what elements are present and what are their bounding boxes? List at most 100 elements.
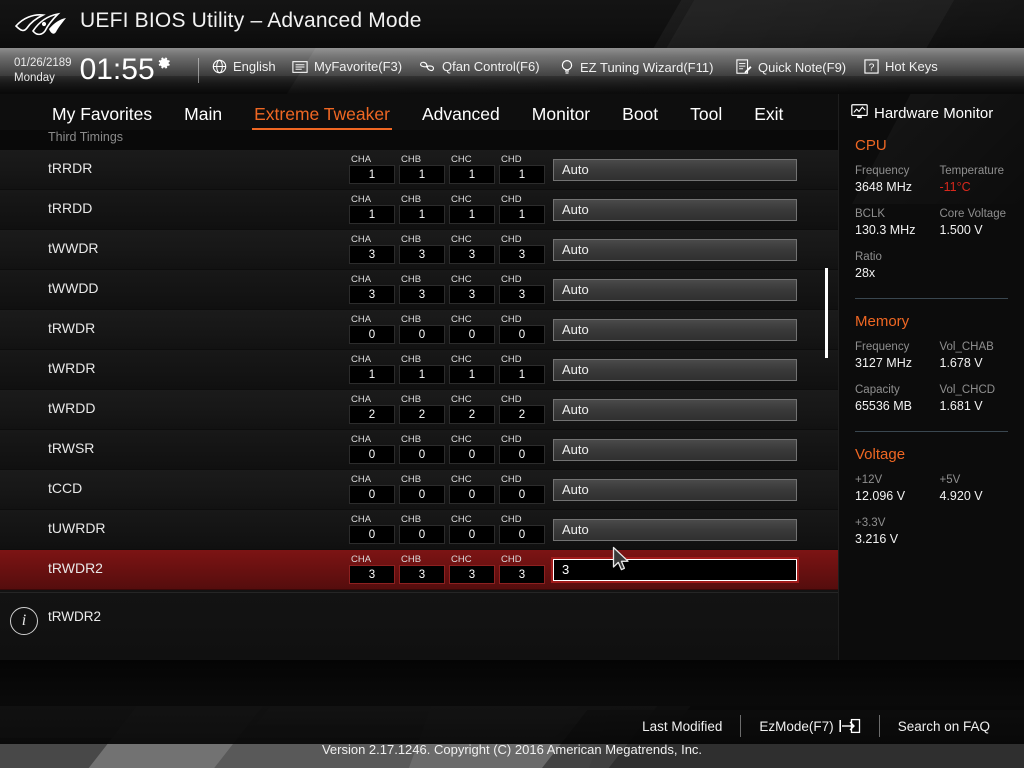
channel-header: CHB	[399, 154, 445, 165]
table-row[interactable]: tRWDR2CHA3CHB3CHC3CHD33	[0, 550, 838, 590]
hwmon-entry-value: 1.681 V	[940, 398, 1024, 415]
value-input[interactable]: Auto	[553, 279, 797, 301]
tab-main[interactable]: Main	[168, 103, 238, 130]
tab-advanced[interactable]: Advanced	[406, 103, 516, 130]
channel-cell-cha: CHA3	[349, 554, 395, 584]
channel-cell-cha: CHA3	[349, 274, 395, 304]
tab-monitor[interactable]: Monitor	[516, 103, 606, 130]
tab-boot[interactable]: Boot	[606, 103, 674, 130]
hwmon-entry-key: Core Voltage	[940, 207, 1024, 222]
channel-header: CHC	[449, 234, 495, 245]
channel-cell-chb: CHB3	[399, 274, 445, 304]
value-input[interactable]: Auto	[553, 159, 797, 181]
tab-my-favorites[interactable]: My Favorites	[36, 103, 168, 130]
settings-list: tRRDRCHA1CHB1CHC1CHD1AutotRRDDCHA1CHB1CH…	[0, 150, 838, 592]
toolbar-item-hot-keys[interactable]: ? Hot Keys	[864, 59, 938, 74]
hardware-monitor-title: Hardware Monitor	[851, 104, 1024, 123]
table-row[interactable]: tCCDCHA0CHB0CHC0CHD0Auto	[0, 470, 838, 510]
channel-header: CHA	[349, 274, 395, 285]
table-row[interactable]: tRRDDCHA1CHB1CHC1CHD1Auto	[0, 190, 838, 230]
tab-exit[interactable]: Exit	[738, 103, 799, 130]
toolbar-item-ez-tuning-wizard[interactable]: EZ Tuning Wizard(F11)	[560, 59, 713, 75]
channel-values: CHA1CHB1CHC1CHD1	[349, 154, 545, 184]
channel-cell-chd: CHD3	[499, 274, 545, 304]
channel-header: CHB	[399, 474, 445, 485]
table-row[interactable]: tWWDRCHA3CHB3CHC3CHD3Auto	[0, 230, 838, 270]
toolbar-item-english[interactable]: English	[212, 59, 276, 74]
channel-header: CHC	[449, 554, 495, 565]
footer-item-search-on-faq[interactable]: Search on FAQ	[880, 719, 1008, 734]
hwmon-entry-value: 1.500 V	[940, 222, 1024, 239]
channel-cell-chd: CHD1	[499, 194, 545, 224]
svg-text:?: ?	[869, 62, 875, 73]
channel-cell-chb: CHB1	[399, 154, 445, 184]
rog-logo-icon	[13, 10, 69, 40]
value-input[interactable]: Auto	[553, 519, 797, 541]
channel-values: CHA1CHB1CHC1CHD1	[349, 354, 545, 384]
channel-value: 0	[349, 445, 395, 464]
value-input[interactable]: Auto	[553, 359, 797, 381]
channel-value: 1	[499, 205, 545, 224]
footer-item-label: Search on FAQ	[898, 719, 990, 734]
value-input[interactable]: Auto	[553, 319, 797, 341]
table-row[interactable]: tWRDDCHA2CHB2CHC2CHD2Auto	[0, 390, 838, 430]
hwmon-entry-value: 4.920 V	[940, 488, 1024, 505]
tab-tool[interactable]: Tool	[674, 103, 738, 130]
table-row[interactable]: tUWRDRCHA0CHB0CHC0CHD0Auto	[0, 510, 838, 550]
toolbar-item-quick-note[interactable]: Quick Note(F9)	[736, 59, 846, 75]
hwmon-entry: +12V12.096 V	[855, 473, 940, 505]
table-row[interactable]: tRRDRCHA1CHB1CHC1CHD1Auto	[0, 150, 838, 190]
table-row[interactable]: tWWDDCHA3CHB3CHC3CHD3Auto	[0, 270, 838, 310]
hwmon-entry-value: 3127 MHz	[855, 355, 940, 372]
footer-item-ezmode-f7[interactable]: EzMode(F7)	[741, 718, 878, 734]
content-scrollbar[interactable]	[822, 150, 830, 592]
channel-cell-chc: CHC0	[449, 474, 495, 504]
hwmon-entry-key: +3.3V	[855, 516, 940, 531]
value-input[interactable]: Auto	[553, 479, 797, 501]
channel-cell-chd: CHD2	[499, 394, 545, 424]
hwmon-entry-key: Frequency	[855, 340, 940, 355]
scrollbar-thumb[interactable]	[825, 268, 828, 358]
toolbar-item-qfan-control[interactable]: Qfan Control(F6)	[418, 59, 540, 74]
gear-icon[interactable]	[156, 53, 172, 71]
toolbar: 01/26/2189 Monday 01:55 English	[0, 48, 1024, 94]
footer-item-last-modified[interactable]: Last Modified	[624, 719, 740, 734]
question-icon: ?	[864, 59, 879, 74]
channel-value: 3	[449, 245, 495, 264]
bulb-icon	[560, 59, 574, 75]
channel-header: CHA	[349, 234, 395, 245]
title-bar: UEFI BIOS Utility – Advanced Mode	[0, 0, 1024, 48]
channel-cell-chc: CHC3	[449, 234, 495, 264]
channel-cell-chb: CHB0	[399, 514, 445, 544]
channel-value: 2	[349, 405, 395, 424]
hwmon-divider	[855, 298, 1008, 299]
hwmon-entry-key: Temperature	[940, 164, 1024, 179]
toolbar-item-myfavorite[interactable]: MyFavorite(F3)	[292, 59, 402, 74]
tab-extreme-tweaker[interactable]: Extreme Tweaker	[238, 103, 406, 130]
hwmon-entry: Vol_CHCD1.681 V	[940, 383, 1024, 415]
hwmon-entry-key: Capacity	[855, 383, 940, 398]
value-input[interactable]: Auto	[553, 239, 797, 261]
value-input-active[interactable]: 3	[553, 559, 797, 581]
hwmon-entry: Ratio28x	[855, 250, 940, 282]
value-input[interactable]: Auto	[553, 199, 797, 221]
channel-values: CHA0CHB0CHC0CHD0	[349, 434, 545, 464]
channel-cell-cha: CHA2	[349, 394, 395, 424]
channel-cell-chd: CHD0	[499, 434, 545, 464]
hwmon-entry-value: 3.216 V	[855, 531, 940, 548]
channel-header: CHD	[499, 194, 545, 205]
channel-value: 3	[349, 285, 395, 304]
channel-header: CHC	[449, 274, 495, 285]
table-row[interactable]: tRWSRCHA0CHB0CHC0CHD0Auto	[0, 430, 838, 470]
channel-values: CHA0CHB0CHC0CHD0	[349, 474, 545, 504]
row-label: tRWDR	[48, 320, 95, 336]
value-input[interactable]: Auto	[553, 399, 797, 421]
toolbar-item-label: Qfan Control(F6)	[442, 59, 540, 74]
table-row[interactable]: tWRDRCHA1CHB1CHC1CHD1Auto	[0, 350, 838, 390]
table-row[interactable]: tRWDRCHA0CHB0CHC0CHD0Auto	[0, 310, 838, 350]
channel-cell-cha: CHA1	[349, 194, 395, 224]
channel-value: 3	[349, 245, 395, 264]
datetime-display: 01/26/2189 Monday 01:55	[14, 53, 172, 87]
channel-value: 0	[349, 485, 395, 504]
value-input[interactable]: Auto	[553, 439, 797, 461]
